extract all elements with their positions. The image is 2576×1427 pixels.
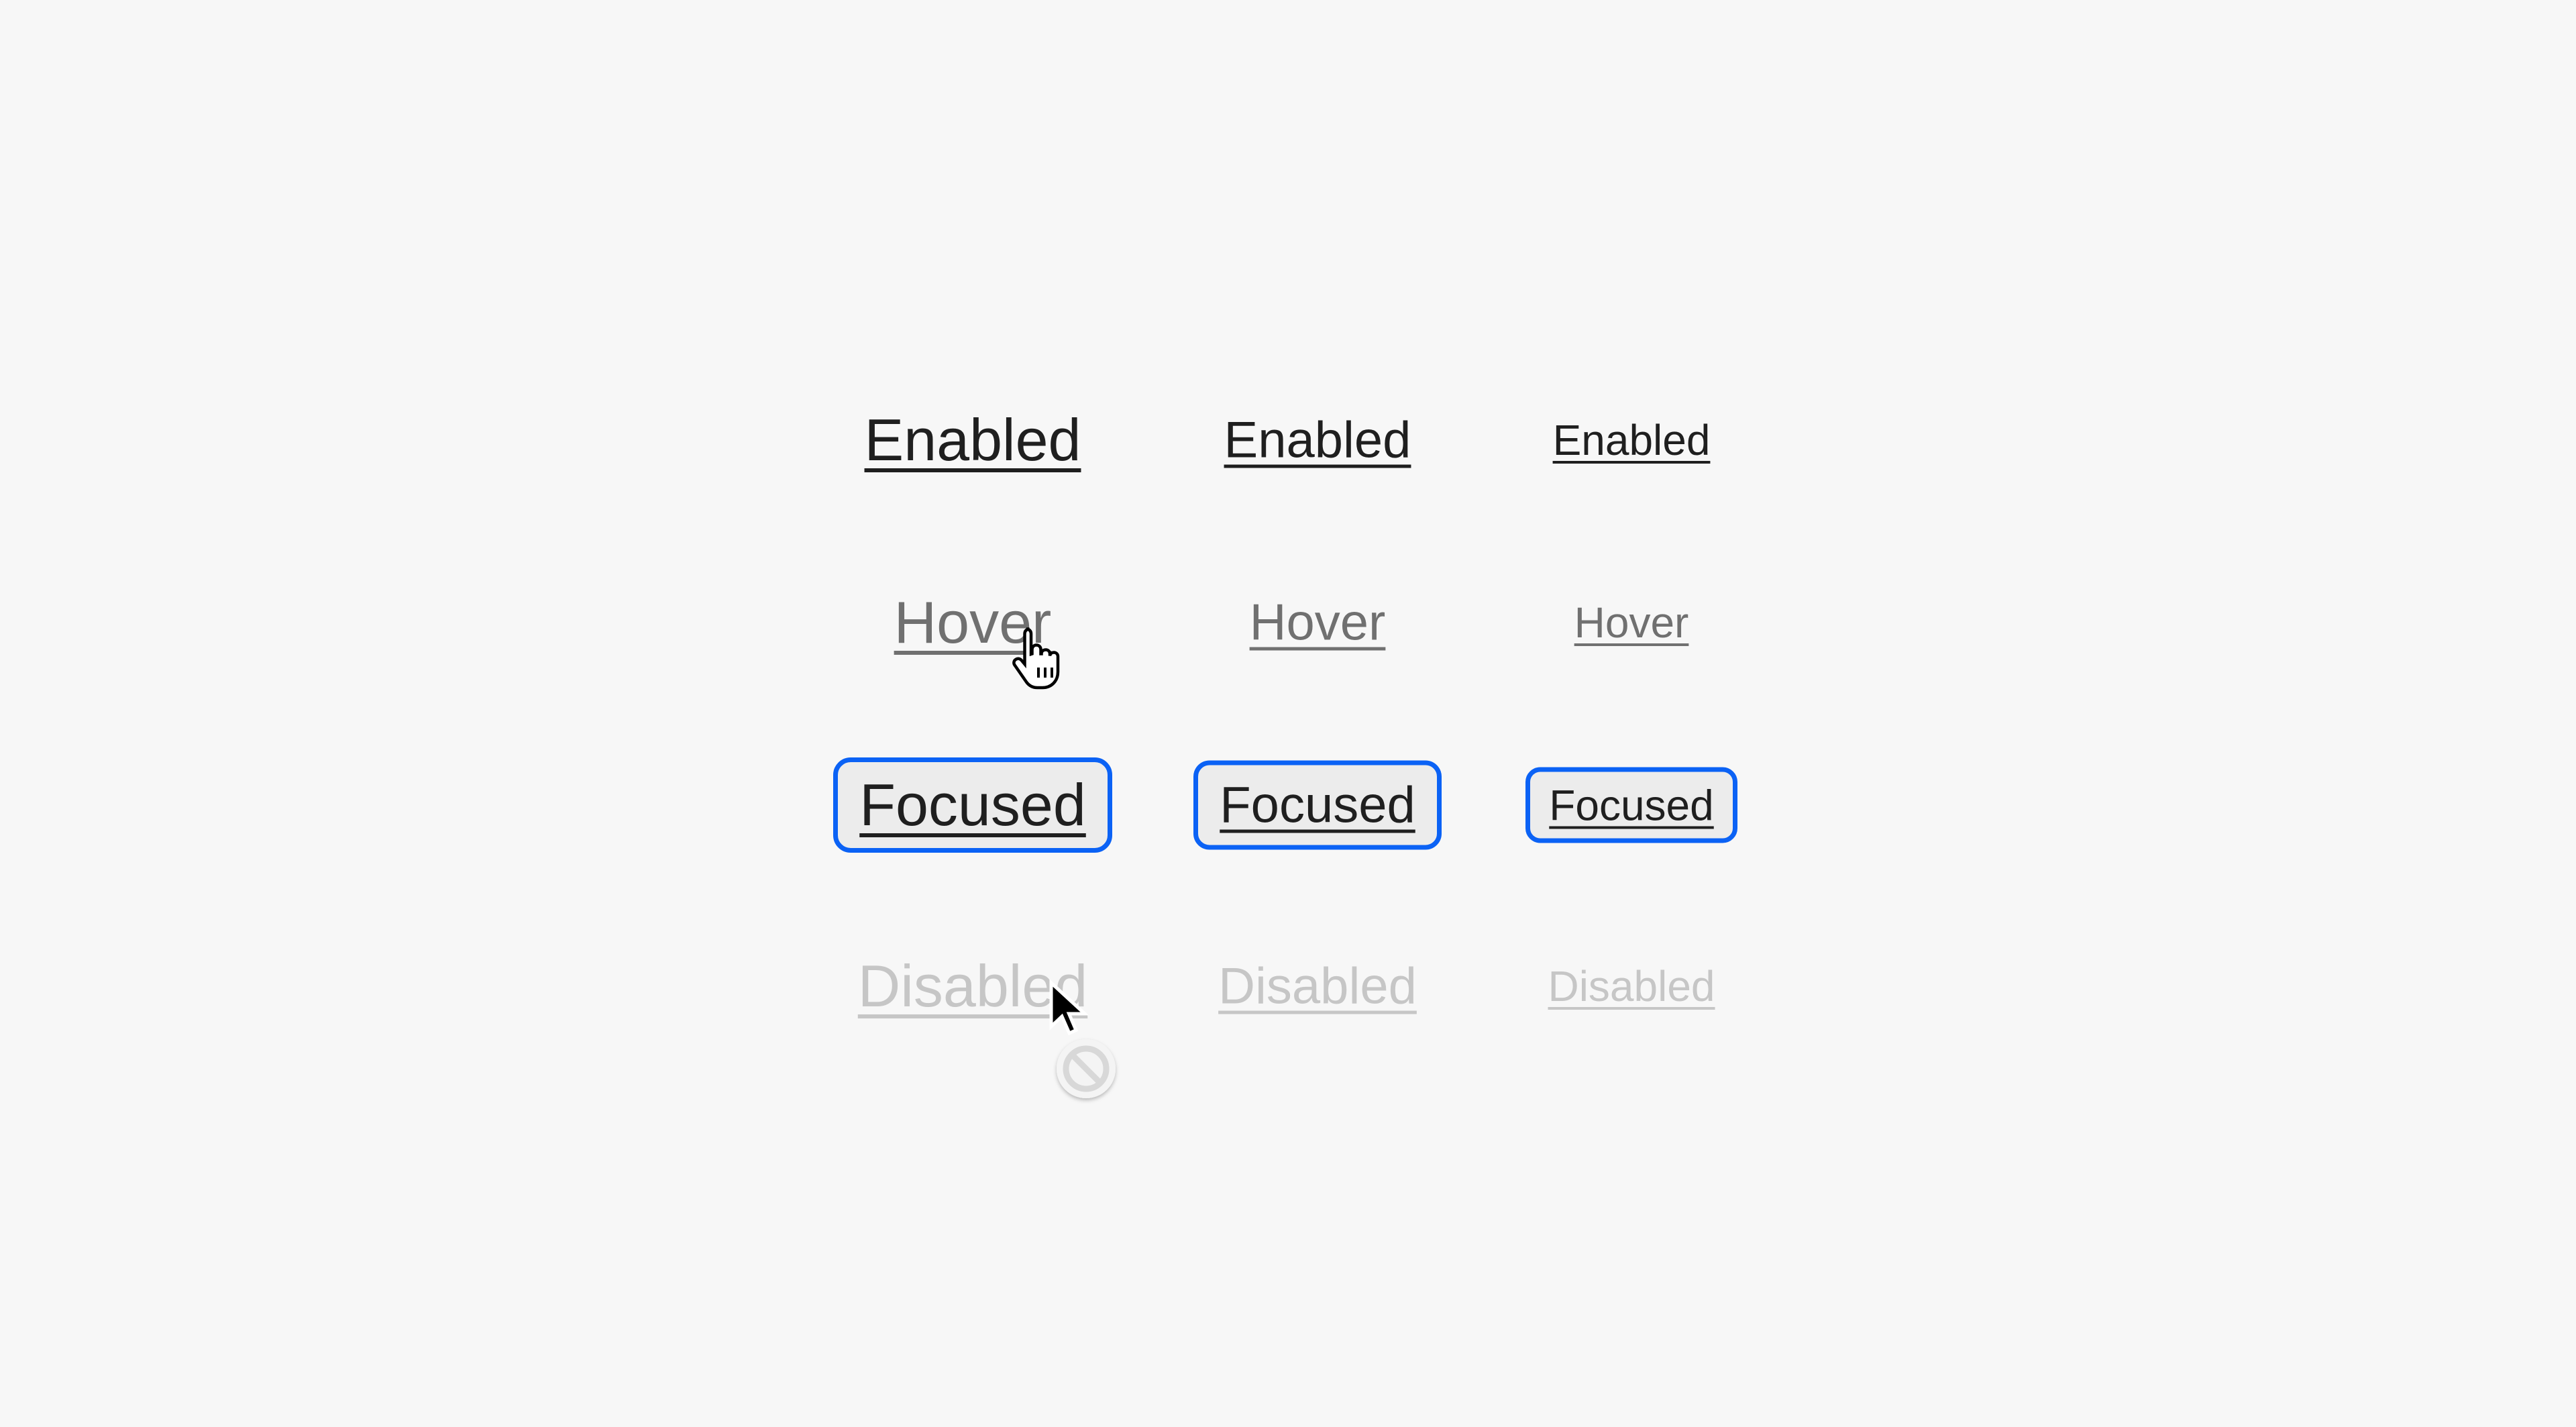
link-enabled-small[interactable]: Enabled	[1553, 415, 1711, 465]
link-hover-medium[interactable]: Hover	[1250, 594, 1386, 652]
link-focused-large-label: Focused	[859, 772, 1086, 838]
link-hover-small[interactable]: Hover	[1574, 598, 1689, 647]
link-focused-medium-label: Focused	[1220, 776, 1415, 834]
link-disabled-small: Disabled	[1548, 962, 1715, 1010]
link-focused-small[interactable]: Focused	[1525, 767, 1737, 843]
link-enabled-medium[interactable]: Enabled	[1224, 411, 1411, 470]
not-allowed-icon	[1057, 1039, 1116, 1098]
pointer-hand-icon	[1012, 627, 1060, 690]
link-enabled-large[interactable]: Enabled	[865, 406, 1081, 474]
link-focused-large[interactable]: Focused	[833, 757, 1112, 853]
link-disabled-medium: Disabled	[1218, 957, 1417, 1015]
arrow-cursor-icon	[1049, 980, 1088, 1036]
link-focused-medium[interactable]: Focused	[1193, 760, 1442, 850]
link-focused-small-label: Focused	[1549, 781, 1714, 829]
